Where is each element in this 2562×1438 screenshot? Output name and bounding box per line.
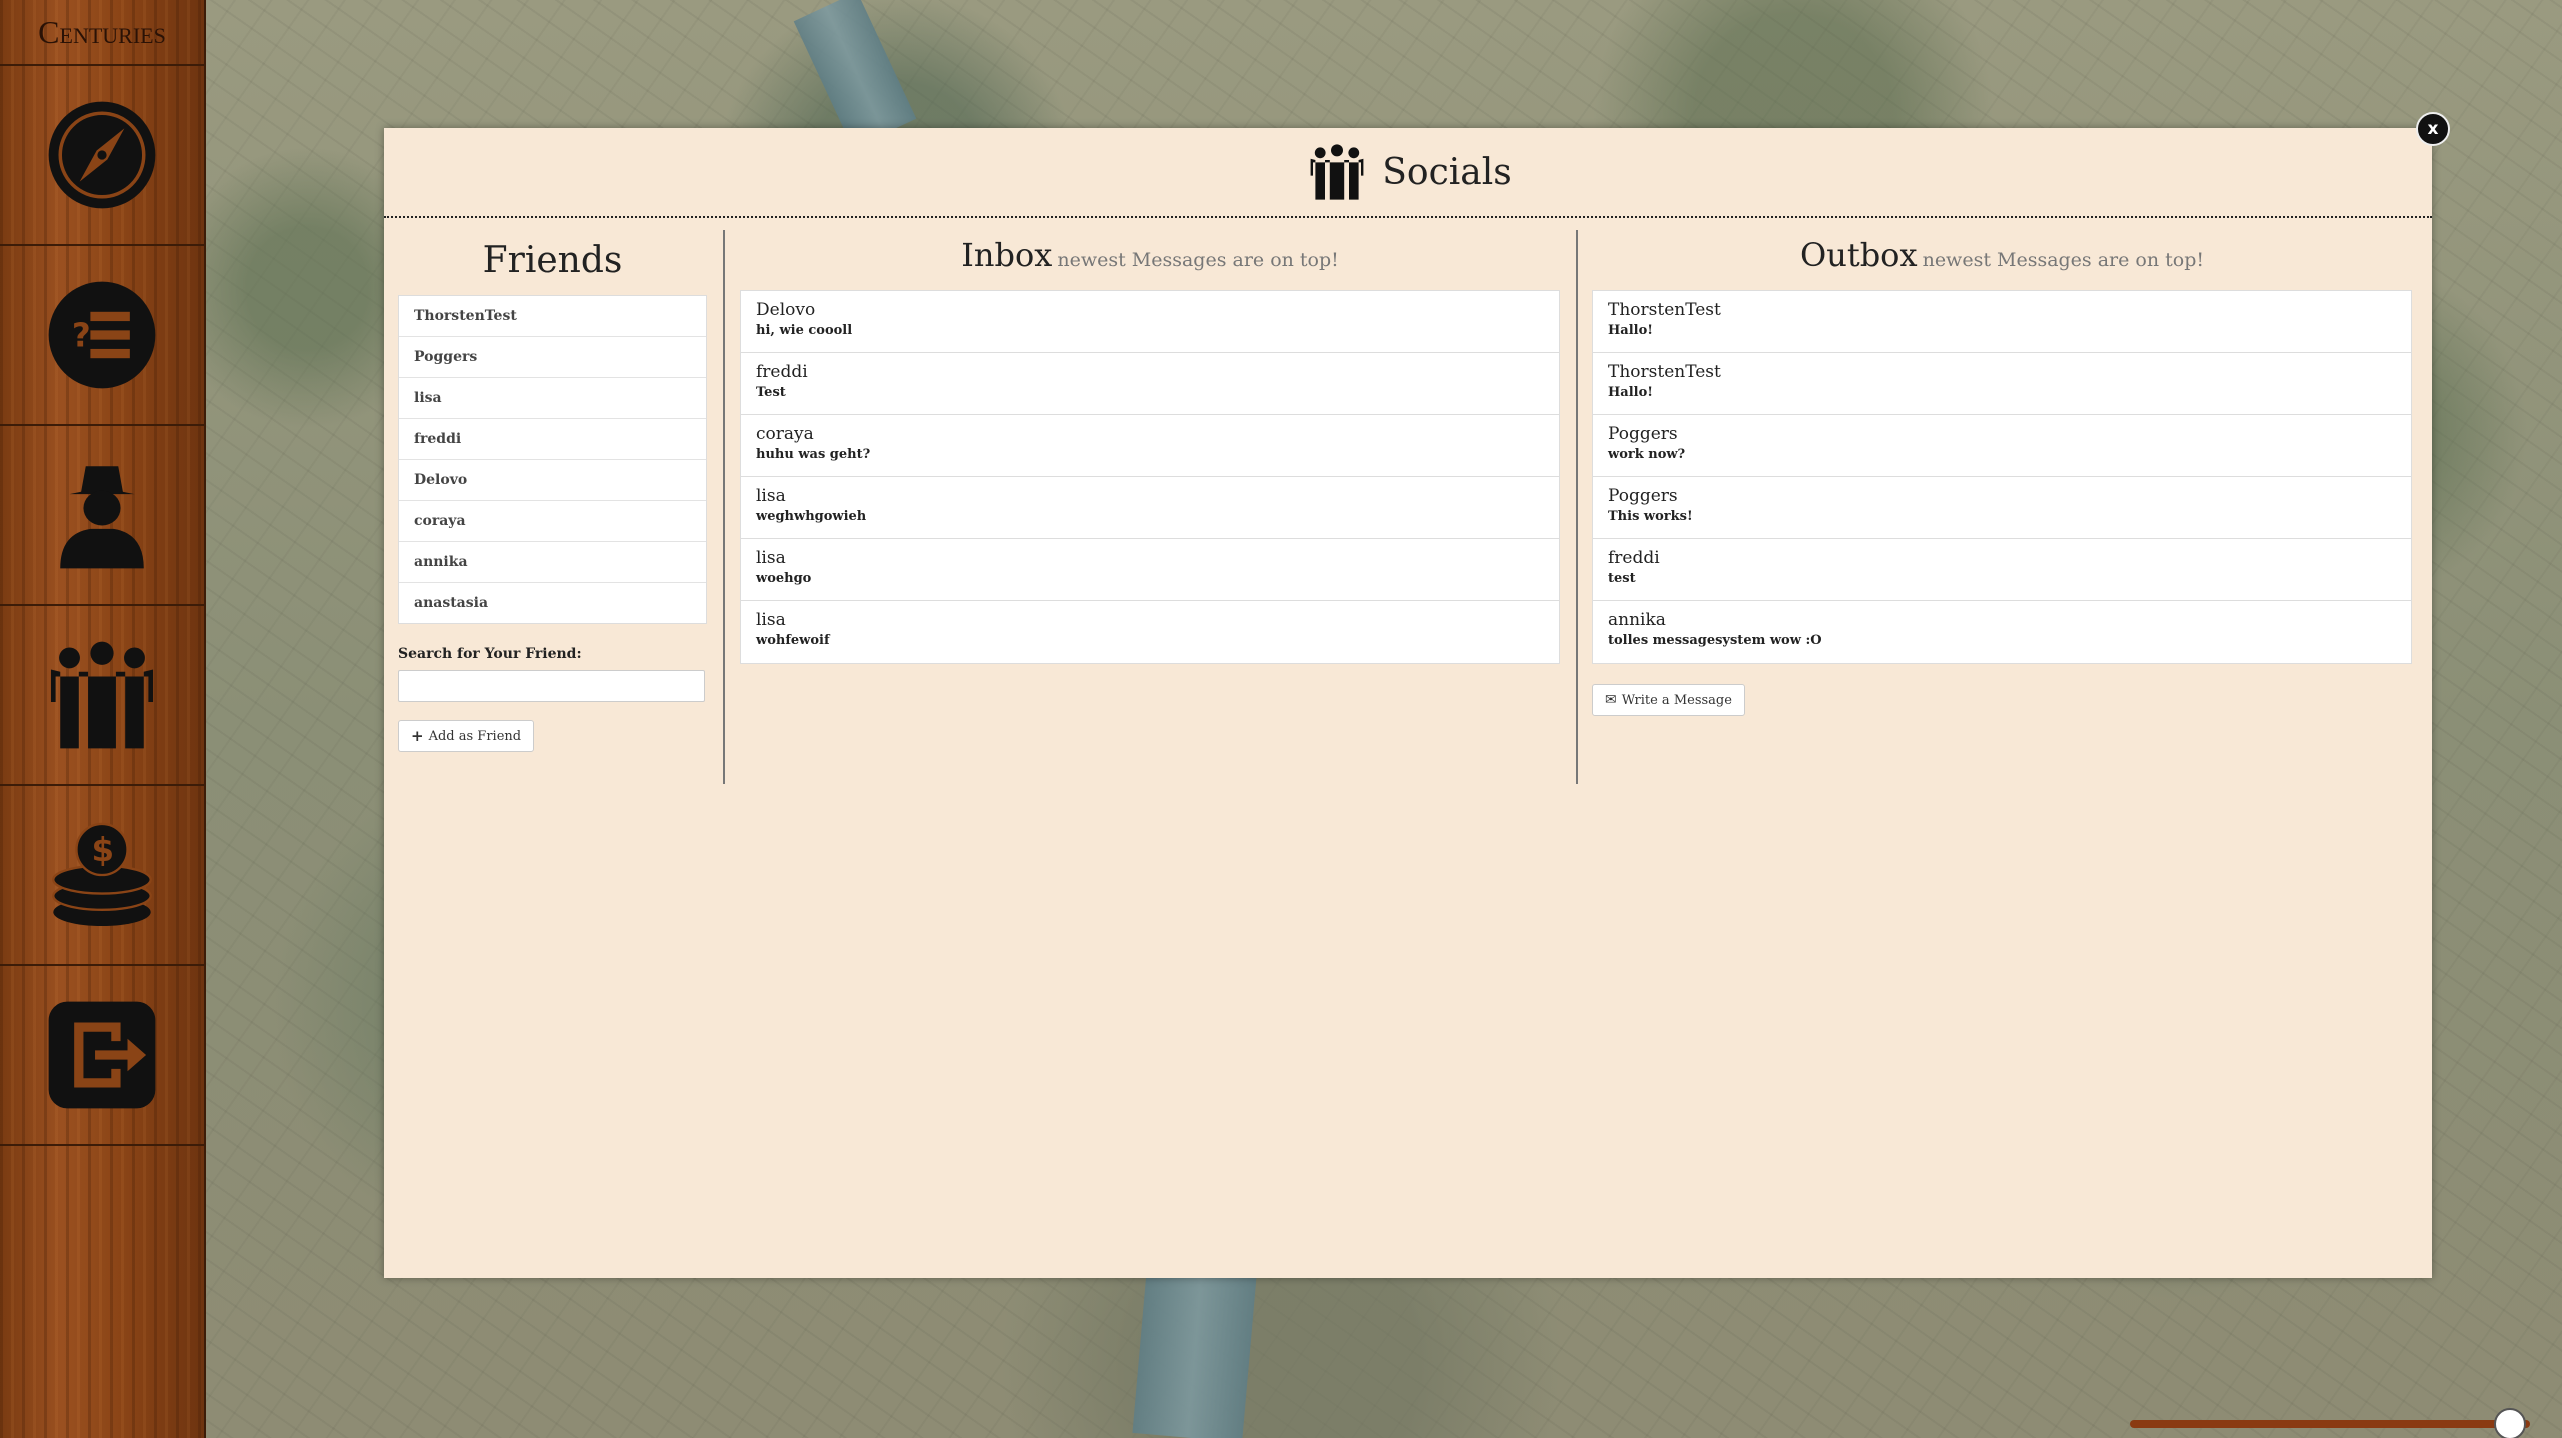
socials-icon xyxy=(1310,144,1364,200)
outbox-title: Outbox xyxy=(1799,236,1918,274)
inbox-panel: Inbox newest Messages are on top! Delovo… xyxy=(740,230,1578,784)
outbox-header: Outbox newest Messages are on top! xyxy=(1592,236,2412,274)
sidebar-item-logout[interactable] xyxy=(0,966,204,1146)
message-sender: lisa xyxy=(756,548,786,568)
message-text: weghwhgowieh xyxy=(756,509,867,524)
sidebar: Centuries ? $ xyxy=(0,0,206,1438)
message-recipient: freddi xyxy=(1608,548,1660,568)
compass-icon xyxy=(48,101,156,209)
search-label: Search for Your Friend: xyxy=(398,646,582,662)
friend-search-input[interactable] xyxy=(398,670,705,702)
message-recipient: ThorstenTest xyxy=(1608,300,1721,320)
envelope-icon: ✉ xyxy=(1605,692,1617,708)
friend-item[interactable]: Delovo xyxy=(399,460,706,501)
sidebar-item-money[interactable]: $ xyxy=(0,786,204,966)
friend-item[interactable]: freddi xyxy=(399,419,706,460)
modal-header: Socials xyxy=(384,128,2432,218)
add-friend-label: Add as Friend xyxy=(428,728,522,744)
inbox-message[interactable]: lisa weghwhgowieh xyxy=(741,477,1559,539)
message-text: This works! xyxy=(1608,509,1693,524)
message-text: hi, wie coooll xyxy=(756,323,853,338)
logout-icon xyxy=(48,1001,156,1109)
outbox-message[interactable]: freddi test xyxy=(1593,539,2411,601)
message-sender: freddi xyxy=(756,362,808,382)
outbox-list: ThorstenTest Hallo! ThorstenTest Hallo! … xyxy=(1592,290,2412,664)
inbox-subtitle: newest Messages are on top! xyxy=(1057,249,1339,271)
message-text: work now? xyxy=(1608,447,1686,462)
inbox-list: Delovo hi, wie coooll freddi Test coraya… xyxy=(740,290,1560,664)
sidebar-item-map[interactable] xyxy=(0,66,204,246)
inbox-message[interactable]: lisa woehgo xyxy=(741,539,1559,601)
friend-item[interactable]: anastasia xyxy=(399,583,706,623)
add-friend-button[interactable]: + Add as Friend xyxy=(398,720,535,752)
sidebar-item-socials[interactable] xyxy=(0,606,204,786)
friends-panel: Friends ThorstenTest Poggers lisa freddi… xyxy=(398,230,725,784)
message-recipient: ThorstenTest xyxy=(1608,362,1721,382)
profile-icon xyxy=(60,466,144,569)
river xyxy=(793,0,917,149)
write-message-button[interactable]: ✉ Write a Message xyxy=(1592,684,1745,716)
message-sender: Delovo xyxy=(756,300,816,320)
friend-item[interactable]: lisa xyxy=(399,378,706,419)
socials-modal: Socials Friends ThorstenTest Poggers lis… xyxy=(384,128,2432,1278)
write-message-label: Write a Message xyxy=(1621,692,1732,708)
inbox-title: Inbox xyxy=(961,236,1053,274)
message-recipient: Poggers xyxy=(1608,424,1678,444)
sidebar-item-profile[interactable] xyxy=(0,426,204,606)
message-text: wohfewoif xyxy=(756,633,830,648)
message-recipient: Poggers xyxy=(1608,486,1678,506)
friend-item[interactable]: Poggers xyxy=(399,337,706,378)
inbox-message[interactable]: freddi Test xyxy=(741,353,1559,415)
app-logo: Centuries xyxy=(0,0,204,66)
coins-icon: $ xyxy=(52,822,152,927)
outbox-message[interactable]: ThorstenTest Hallo! xyxy=(1593,291,2411,353)
zoom-slider-track[interactable] xyxy=(2130,1420,2530,1428)
inbox-header: Inbox newest Messages are on top! xyxy=(740,236,1560,274)
outbox-message[interactable]: Poggers This works! xyxy=(1593,477,2411,539)
socials-icon xyxy=(50,641,154,749)
message-text: test xyxy=(1608,571,1636,586)
message-recipient: annika xyxy=(1608,610,1666,630)
svg-text:?: ? xyxy=(72,317,91,355)
svg-text:$: $ xyxy=(92,831,115,869)
friends-title: Friends xyxy=(482,240,623,281)
message-sender: coraya xyxy=(756,424,814,444)
message-sender: lisa xyxy=(756,486,786,506)
sidebar-item-quests[interactable]: ? xyxy=(0,246,204,426)
message-text: huhu was geht? xyxy=(756,447,871,462)
outbox-panel: Outbox newest Messages are on top! Thors… xyxy=(1592,230,2412,716)
friend-item[interactable]: annika xyxy=(399,542,706,583)
quest-list-icon: ? xyxy=(48,281,156,389)
outbox-subtitle: newest Messages are on top! xyxy=(1922,249,2204,271)
inbox-message[interactable]: Delovo hi, wie coooll xyxy=(741,291,1559,353)
message-sender: lisa xyxy=(756,610,786,630)
friend-item[interactable]: coraya xyxy=(399,501,706,542)
friend-item[interactable]: ThorstenTest xyxy=(399,296,706,337)
outbox-message[interactable]: ThorstenTest Hallo! xyxy=(1593,353,2411,415)
message-text: Hallo! xyxy=(1608,385,1653,400)
friends-list: ThorstenTest Poggers lisa freddi Delovo … xyxy=(398,295,707,624)
close-button[interactable]: x xyxy=(2416,112,2450,146)
message-text: woehgo xyxy=(756,571,812,586)
modal-title: Socials xyxy=(1382,151,1512,193)
inbox-message[interactable]: lisa wohfewoif xyxy=(741,601,1559,663)
plus-icon: + xyxy=(411,727,424,745)
river xyxy=(1132,1255,1258,1438)
outbox-message[interactable]: Poggers work now? xyxy=(1593,415,2411,477)
message-text: tolles messagesystem wow :O xyxy=(1608,633,1822,648)
message-text: Hallo! xyxy=(1608,323,1653,338)
message-text: Test xyxy=(756,385,786,400)
outbox-message[interactable]: annika tolles messagesystem wow :O xyxy=(1593,601,2411,663)
zoom-slider-handle[interactable] xyxy=(2494,1408,2526,1438)
inbox-message[interactable]: coraya huhu was geht? xyxy=(741,415,1559,477)
